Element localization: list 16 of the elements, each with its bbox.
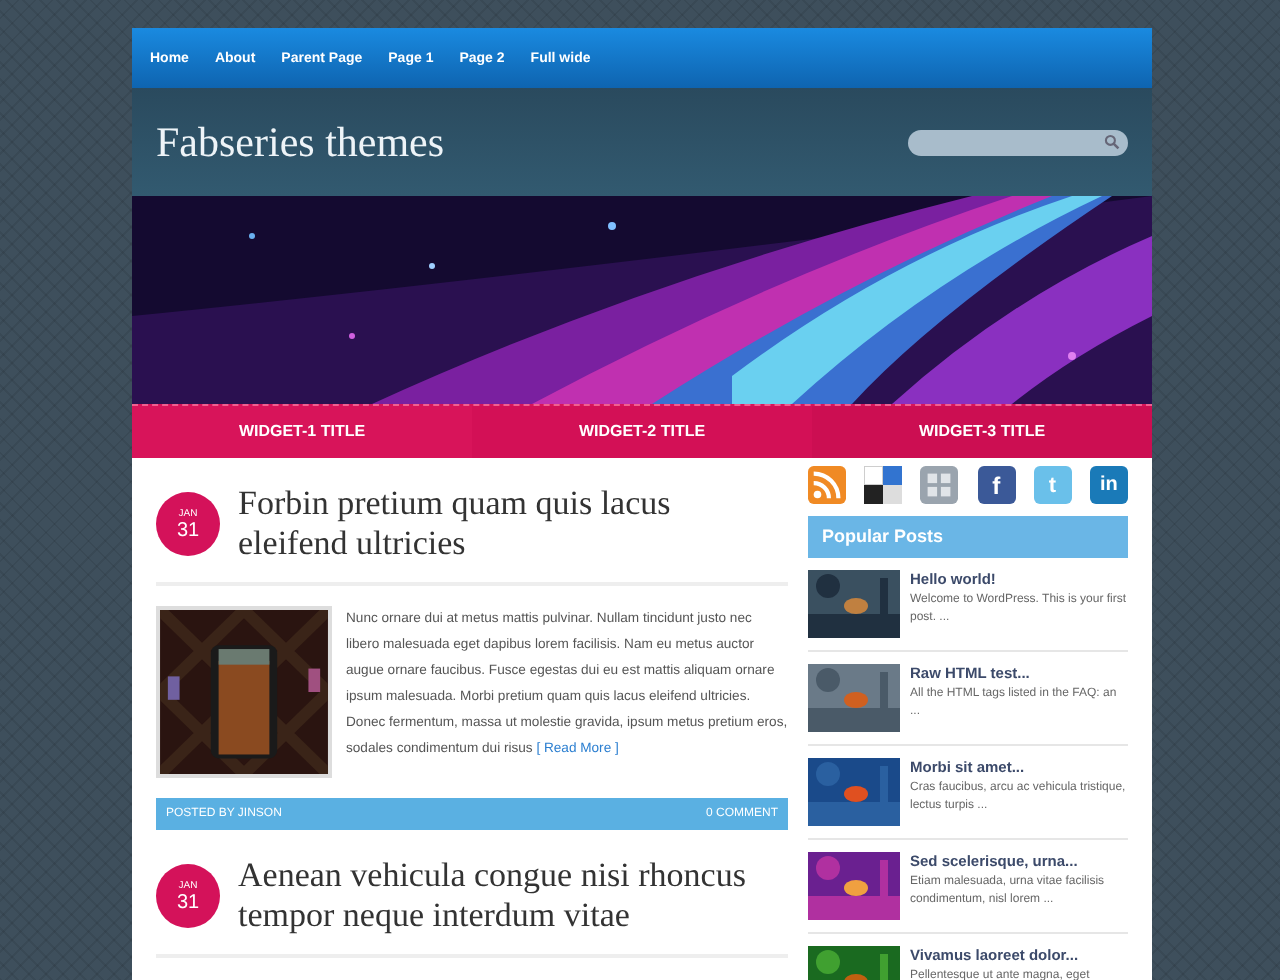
grid-icon[interactable] [920,466,959,504]
search-icon[interactable] [1104,134,1120,150]
widget-title: WIDGET-2 TITLE [472,406,812,458]
site-title[interactable]: Fabseries themes [156,117,445,167]
post-title[interactable]: Aenean vehicula congue nisi rhoncus tempor neque interdum vitae [238,856,788,936]
squares-icon[interactable] [864,466,903,504]
post-title[interactable]: Forbin pretium quam quis lacus eleifend ultricies [238,484,788,564]
linkedin-icon[interactable]: in [1089,466,1128,504]
date-day: 31 [176,519,200,541]
widget-title: WIDGET-3 TITLE [812,406,1152,458]
widget-heading: Popular Posts [808,516,1128,558]
facebook-icon[interactable]: f [977,466,1016,504]
rss-icon[interactable] [808,466,846,504]
widget-title: WIDGET-1 TITLE [236,420,368,444]
search-field[interactable] [908,129,1128,155]
date-day: 31 [176,891,200,913]
